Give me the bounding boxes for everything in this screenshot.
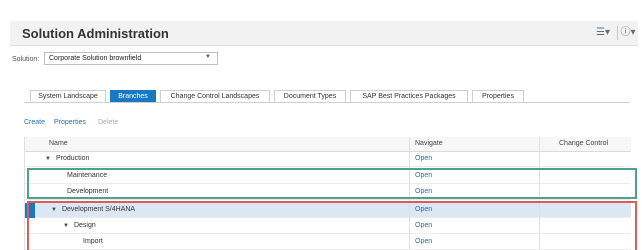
tab-sap-best-practices-packages[interactable]: SAP Best Practices Packages	[350, 90, 468, 102]
page-title: Solution Administration	[22, 26, 169, 41]
solution-label: Solution:	[12, 56, 40, 63]
tab-change-control-landscapes[interactable]: Change Control Landscapes	[160, 90, 270, 102]
highlight-box-green	[27, 168, 637, 199]
tab-document-types[interactable]: Document Types	[274, 90, 346, 102]
column-header-name: Name	[49, 140, 68, 147]
app-header: Solution Administration ☰▾ ⓘ▾	[10, 21, 638, 46]
column-header-navigate: Navigate	[415, 140, 443, 147]
properties-button[interactable]: Properties	[54, 119, 86, 126]
expand-caret-icon[interactable]: ▼	[45, 156, 51, 162]
tab-branches[interactable]: Branches	[110, 90, 156, 102]
solution-value: Corporate Solution brownfield	[49, 55, 142, 62]
tab-properties[interactable]: Properties	[472, 90, 524, 102]
row-name: ▼ Production	[45, 155, 90, 162]
tab-bar: System Landscape Branches Change Control…	[24, 90, 630, 103]
list-menu-icon[interactable]: ☰▾	[594, 26, 612, 40]
highlight-box-red	[27, 201, 637, 250]
delete-button: Delete	[98, 119, 119, 126]
open-link[interactable]: Open	[415, 155, 432, 162]
help-icon[interactable]: ⓘ▾	[619, 26, 637, 40]
create-button[interactable]: Create	[24, 119, 45, 126]
tab-system-landscape[interactable]: System Landscape	[30, 90, 106, 102]
chevron-down-icon: ▼	[205, 54, 211, 60]
header-divider	[617, 26, 618, 40]
table-header: Name Navigate Change Control	[25, 137, 631, 152]
table-row[interactable]: ▼ Production Open	[25, 152, 631, 167]
solution-dropdown[interactable]: Corporate Solution brownfield ▼	[44, 52, 218, 65]
column-header-change-control: Change Control	[559, 140, 609, 147]
